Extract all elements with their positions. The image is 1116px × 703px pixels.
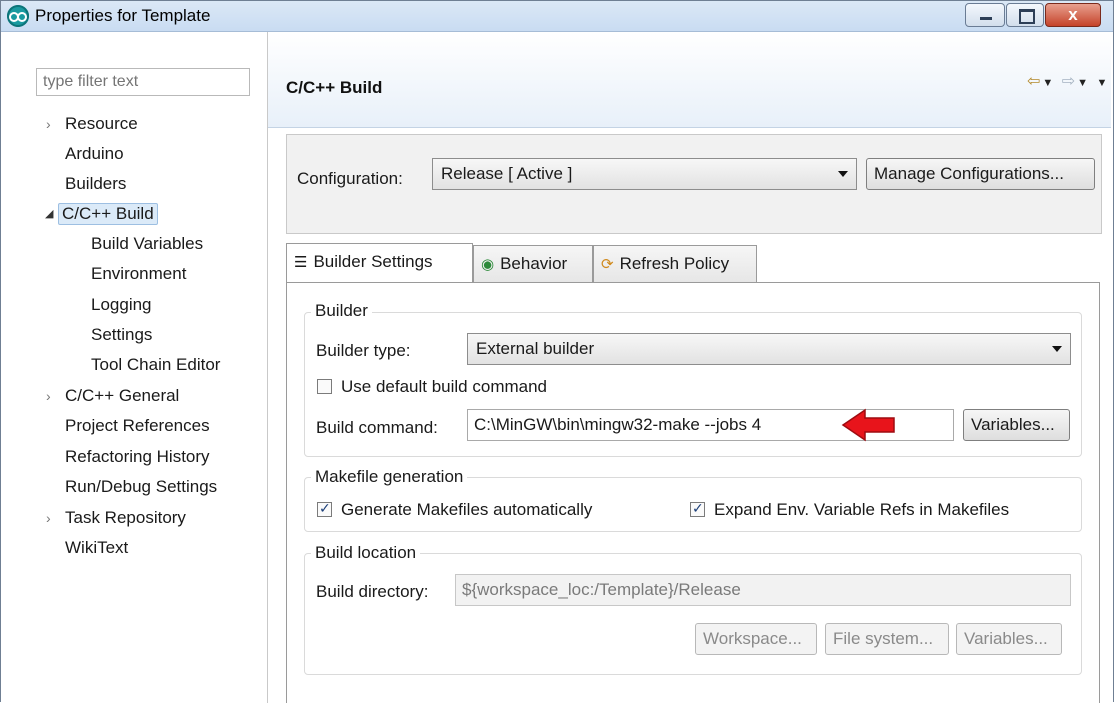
tree-item-refactoring-history[interactable]: Refactoring History: [65, 447, 210, 467]
back-dropdown-icon[interactable]: ▼: [1042, 77, 1055, 89]
forward-arrow-icon[interactable]: ⇨: [1062, 73, 1077, 90]
build-directory-field[interactable]: ${workspace_loc:/Template}/Release: [455, 574, 1071, 606]
expand-arrow-icon[interactable]: ›: [46, 510, 51, 526]
page-header: [268, 32, 1111, 128]
tree-item-settings[interactable]: Settings: [91, 325, 152, 345]
properties-dialog: Properties for Template x › Resource Ard…: [0, 0, 1114, 703]
tree-item-builders[interactable]: Builders: [65, 174, 126, 194]
tab-builder-settings[interactable]: ☰ Builder Settings: [286, 243, 473, 283]
filter-input[interactable]: [36, 68, 250, 96]
tree-item-arduino[interactable]: Arduino: [65, 144, 124, 164]
generate-makefiles-checkbox[interactable]: [317, 500, 332, 517]
makefile-group-title: Makefile generation: [311, 467, 468, 487]
tree-item-wikitext[interactable]: WikiText: [65, 538, 128, 558]
expand-env-refs-checkbox[interactable]: [690, 500, 705, 517]
expand-arrow-icon[interactable]: ›: [46, 116, 51, 132]
red-arrow-annotation: [841, 408, 895, 442]
use-default-command-label: Use default build command: [341, 377, 548, 396]
tree-item-logging[interactable]: Logging: [91, 295, 152, 315]
forward-dropdown-icon[interactable]: ▼: [1077, 77, 1090, 89]
tab-refresh-policy[interactable]: ⟳ Refresh Policy: [593, 245, 757, 283]
maximize-button[interactable]: [1006, 3, 1044, 27]
tree-item-environment[interactable]: Environment: [91, 264, 186, 284]
build-directory-label: Build directory:: [316, 582, 429, 601]
arduino-app-icon: [7, 5, 29, 27]
build-command-value: C:\MinGW\bin\mingw32-make --jobs 4: [474, 415, 762, 434]
build-location-group: [304, 553, 1082, 675]
tree-item-resource[interactable]: Resource: [65, 114, 138, 134]
radio-icon: ◉: [481, 256, 495, 273]
minimize-button[interactable]: [965, 3, 1005, 27]
tree-item-run-debug-settings[interactable]: Run/Debug Settings: [65, 477, 217, 497]
build-directory-value: ${workspace_loc:/Template}/Release: [462, 580, 741, 599]
chevron-down-icon: [838, 171, 848, 177]
use-default-command-checkbox[interactable]: [317, 379, 332, 394]
builder-type-label: Builder type:: [316, 341, 411, 360]
window-title: Properties for Template: [35, 6, 211, 25]
build-command-label: Build command:: [316, 418, 438, 437]
tab-builder-settings-label: Builder Settings: [313, 252, 433, 271]
workspace-button[interactable]: Workspace...: [695, 623, 817, 655]
history-navigation: ⇦▼ ⇨▼ ▼: [1027, 71, 1109, 91]
tree-item-cpp-build[interactable]: C/C++ Build: [58, 203, 158, 225]
tree-item-build-variables[interactable]: Build Variables: [91, 234, 203, 254]
builder-type-value: External builder: [476, 339, 595, 358]
tree-item-task-repository[interactable]: Task Repository: [65, 508, 186, 528]
expand-arrow-icon[interactable]: ›: [46, 388, 51, 404]
view-menu-icon[interactable]: ▼: [1097, 77, 1110, 89]
tree-item-tool-chain-editor[interactable]: Tool Chain Editor: [91, 355, 220, 375]
tree-item-cpp-general[interactable]: C/C++ General: [65, 386, 179, 406]
minimize-icon: [980, 17, 992, 20]
file-system-button[interactable]: File system...: [825, 623, 949, 655]
builder-group-title: Builder: [311, 301, 372, 321]
manage-configurations-button[interactable]: Manage Configurations...: [866, 158, 1095, 190]
back-arrow-icon[interactable]: ⇦: [1027, 73, 1042, 90]
list-icon: ☰: [294, 254, 308, 271]
chevron-down-icon: [1052, 346, 1062, 352]
tab-refresh-policy-label: Refresh Policy: [619, 254, 730, 273]
expand-env-refs-label: Expand Env. Variable Refs in Makefiles: [714, 500, 1010, 519]
configuration-value: Release [ Active ]: [441, 164, 573, 183]
close-button[interactable]: x: [1045, 3, 1101, 27]
configuration-select[interactable]: Release [ Active ]: [432, 158, 857, 190]
collapse-arrow-icon[interactable]: ◢: [45, 207, 53, 220]
tab-behavior-label: Behavior: [500, 254, 568, 273]
refresh-icon: ⟳: [601, 256, 614, 273]
builder-type-select[interactable]: External builder: [467, 333, 1071, 365]
configuration-label: Configuration:: [297, 169, 403, 188]
title-bar: Properties for Template x: [1, 1, 1113, 32]
page-title: C/C++ Build: [286, 78, 383, 97]
location-variables-button[interactable]: Variables...: [956, 623, 1062, 655]
tree-item-project-references[interactable]: Project References: [65, 416, 210, 436]
generate-makefiles-label: Generate Makefiles automatically: [341, 500, 593, 519]
maximize-icon: [1019, 9, 1035, 24]
tab-behavior[interactable]: ◉ Behavior: [473, 245, 593, 283]
builder-variables-button[interactable]: Variables...: [963, 409, 1070, 441]
close-icon: x: [1068, 5, 1078, 24]
build-location-group-title: Build location: [311, 543, 421, 563]
